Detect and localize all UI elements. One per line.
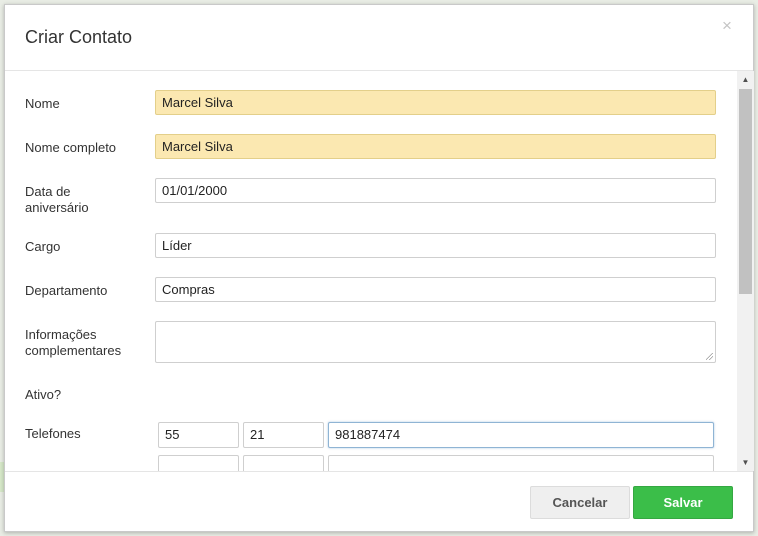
nome-input[interactable]: Marcel Silva xyxy=(155,90,716,115)
phone-country-input[interactable] xyxy=(158,455,239,471)
scroll-down-icon[interactable]: ▼ xyxy=(737,454,754,471)
label-nome-completo: Nome completo xyxy=(25,140,117,155)
label-informacoes: Informações complementares xyxy=(25,327,121,359)
label-cargo: Cargo xyxy=(25,239,61,254)
create-contact-dialog: Criar Contato × Nome Marcel Silva Nome c… xyxy=(4,4,754,532)
dialog-scrollbar[interactable]: ▲ ▼ xyxy=(737,71,754,471)
label-ativo: Ativo? xyxy=(25,387,62,402)
label-telefones: Telefones xyxy=(25,426,81,441)
dialog-body: Nome Marcel Silva Nome completo Marcel S… xyxy=(5,71,736,471)
phone-area-input[interactable]: 21 xyxy=(243,422,324,448)
label-departamento: Departamento xyxy=(25,283,108,298)
label-line: Informações xyxy=(25,327,97,342)
cargo-input[interactable]: Líder xyxy=(155,233,716,258)
phone-area-input[interactable] xyxy=(243,455,324,471)
informacoes-textarea[interactable] xyxy=(155,321,716,363)
resize-grip-icon[interactable] xyxy=(706,353,713,360)
dialog-title: Criar Contato xyxy=(25,27,133,47)
label-data-aniversario: Data de aniversário xyxy=(25,184,89,216)
phone-country-input[interactable]: 55 xyxy=(158,422,239,448)
label-line: aniversário xyxy=(25,200,89,215)
scroll-thumb[interactable] xyxy=(739,89,752,294)
dialog-header: Criar Contato × xyxy=(5,5,753,71)
close-icon[interactable]: × xyxy=(719,17,735,35)
nome-completo-input[interactable]: Marcel Silva xyxy=(155,134,716,159)
phone-number-input[interactable] xyxy=(328,455,714,471)
phone-number-input[interactable]: 981887474 xyxy=(328,422,714,448)
dialog-footer: Cancelar Salvar xyxy=(5,471,753,531)
departamento-input[interactable]: Compras xyxy=(155,277,716,302)
save-button[interactable]: Salvar xyxy=(633,486,733,519)
label-line: Data de xyxy=(25,184,71,199)
data-aniversario-input[interactable]: 01/01/2000 xyxy=(155,178,716,203)
label-nome: Nome xyxy=(25,96,60,111)
label-line: complementares xyxy=(25,343,122,358)
cancel-button[interactable]: Cancelar xyxy=(530,486,630,519)
scroll-up-icon[interactable]: ▲ xyxy=(737,71,754,88)
